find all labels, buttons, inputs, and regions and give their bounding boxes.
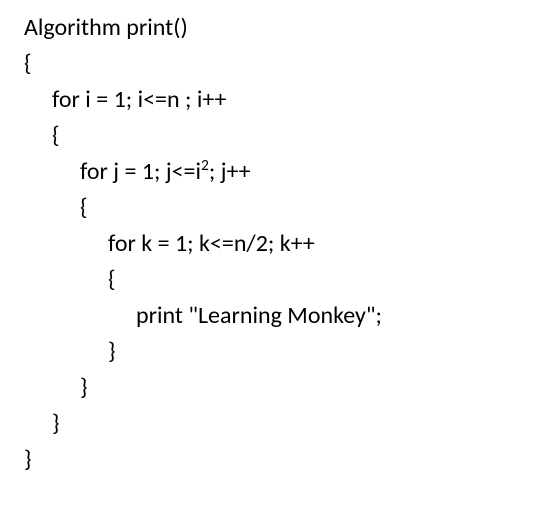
code-line-header: Algorithm print()	[24, 10, 548, 46]
for-j-suffix: ; j++	[209, 157, 251, 186]
code-line-brace-close: }	[24, 406, 548, 442]
code-line-brace-close: }	[24, 370, 548, 406]
code-line-brace-close: }	[24, 334, 548, 370]
code-line-brace-open: {	[24, 190, 548, 226]
code-line-brace-close: }	[24, 442, 548, 478]
code-line-for-k: for k = 1; k<=n/2; k++	[24, 226, 548, 262]
code-line-for-j: for j = 1; j<=i2; j++	[24, 154, 548, 190]
code-line-brace-open: {	[24, 262, 548, 298]
code-line-brace-open: {	[24, 118, 548, 154]
code-line-print: print "Learning Monkey";	[24, 298, 548, 334]
algorithm-pseudocode: Algorithm print() { for i = 1; i<=n ; i+…	[0, 0, 548, 478]
code-line-for-i: for i = 1; i<=n ; i++	[24, 82, 548, 118]
code-line-brace-open: {	[24, 46, 548, 82]
superscript-2: 2	[201, 156, 209, 175]
for-j-prefix: for j = 1; j<=i	[80, 157, 201, 186]
